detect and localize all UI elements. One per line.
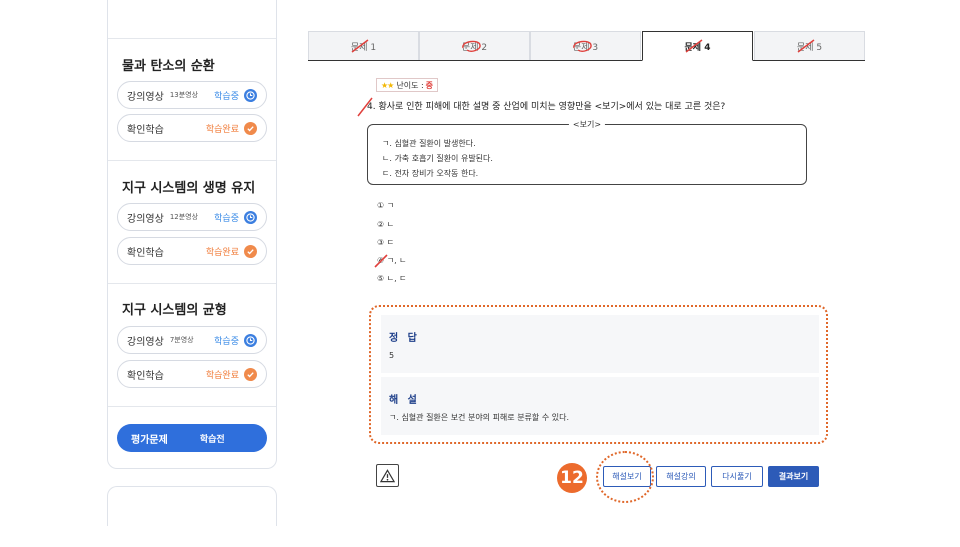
item-label: 강의영상 <box>127 91 164 103</box>
warning-icon <box>380 468 395 482</box>
answer-panel: 정 답 5 <box>381 315 819 373</box>
report-error-button[interactable] <box>376 464 399 487</box>
lecture-video-item[interactable]: 강의영상 7분영상 학습중 <box>117 326 267 354</box>
answer-heading: 정 답 <box>389 333 420 344</box>
selected-mark-icon <box>374 254 388 268</box>
tab-question-2[interactable]: 문제 2 <box>419 31 530 60</box>
check-icon <box>244 367 257 381</box>
section-divider <box>108 38 276 39</box>
video-duration: 12분영상 <box>169 213 199 221</box>
view-explanation-button[interactable]: 해설보기 <box>603 466 651 487</box>
check-icon <box>244 121 257 135</box>
tab-question-1[interactable]: 문제 1 <box>308 31 419 60</box>
section-title: 지구 시스템의 생명 유지 <box>122 181 256 196</box>
evaluation-item[interactable]: 평가문제 학습전 <box>117 424 267 452</box>
tab-question-4[interactable]: 문제 4 <box>642 31 753 61</box>
difficulty-badge: ★★ 난이도 : 중 <box>376 78 439 92</box>
retry-button[interactable]: 다시풀기 <box>711 466 763 487</box>
tab-label: 문제 2 <box>461 42 488 53</box>
status-text: 학습완료 <box>205 247 239 258</box>
answer-choice-3[interactable]: ③ ㄷ <box>377 237 394 248</box>
status-text: 학습중 <box>214 91 239 102</box>
question-tabs: 문제 1 문제 2 문제 3 문제 4 문제 5 <box>308 31 865 61</box>
answer-explanation-box: 정 답 5 해 설 ㄱ. 심혈관 질환은 보건 분야의 피해로 분류할 수 있다… <box>369 305 828 444</box>
lecture-video-item[interactable]: 강의영상 12분영상 학습중 <box>117 203 267 231</box>
status-text: 학습완료 <box>205 370 239 381</box>
bogi-item: ㄱ. 심혈관 질환이 발생한다. <box>382 139 476 148</box>
bogi-title: <보기> <box>568 119 606 130</box>
bogi-item: ㄴ. 가축 호흡기 질환이 유발된다. <box>382 154 493 163</box>
answer-choice-1[interactable]: ① ㄱ <box>377 200 394 211</box>
section-divider <box>108 160 276 161</box>
review-quiz-item[interactable]: 확인학습 학습완료 <box>117 114 267 142</box>
answer-choice-2[interactable]: ② ㄴ <box>377 219 394 230</box>
tab-label: 문제 5 <box>796 42 823 53</box>
clock-icon <box>244 88 257 102</box>
star-icon: ★★ <box>381 80 394 90</box>
section-title: 물과 탄소의 순환 <box>122 59 215 74</box>
tab-question-5[interactable]: 문제 5 <box>754 31 865 60</box>
explanation-panel: 해 설 ㄱ. 심혈관 질환은 보건 분야의 피해로 분류할 수 있다. <box>381 377 819 435</box>
tab-underline <box>308 60 865 61</box>
difficulty-label: 난이도 : <box>396 80 424 90</box>
difficulty-value: 중 <box>425 80 434 90</box>
item-label: 강의영상 <box>127 213 164 225</box>
item-label: 확인학습 <box>127 247 164 259</box>
sidebar-next-card <box>107 486 277 526</box>
clock-icon <box>244 210 257 224</box>
status-text: 학습중 <box>214 213 239 224</box>
explanation-text: ㄱ. 심혈관 질환은 보건 분야의 피해로 분류할 수 있다. <box>389 413 569 422</box>
clock-icon <box>244 333 257 347</box>
status-text: 학습중 <box>214 336 239 347</box>
bogi-item: ㄷ. 전자 장비가 오작동 한다. <box>382 169 479 178</box>
explanation-heading: 해 설 <box>389 395 420 406</box>
video-duration: 13분영상 <box>169 91 199 99</box>
view-results-button[interactable]: 결과보기 <box>768 466 819 487</box>
item-label: 확인학습 <box>127 124 164 136</box>
answer-choice-5[interactable]: ⑤ ㄴ, ㄷ <box>377 273 407 284</box>
bogi-box: <보기> ㄱ. 심혈관 질환이 발생한다. ㄴ. 가축 호흡기 질환이 유발된다… <box>367 119 807 185</box>
tab-label: 문제 4 <box>684 42 711 53</box>
answer-value: 5 <box>389 351 395 360</box>
check-icon <box>244 244 257 258</box>
status-text: 학습완료 <box>205 124 239 135</box>
video-duration: 7분영상 <box>169 336 194 344</box>
lecture-video-item[interactable]: 강의영상 13분영상 학습중 <box>117 81 267 109</box>
item-label: 확인학습 <box>127 370 164 382</box>
status-text: 학습전 <box>199 434 225 445</box>
section-divider <box>108 406 276 407</box>
review-quiz-item[interactable]: 확인학습 학습완료 <box>117 237 267 265</box>
review-quiz-item[interactable]: 확인학습 학습완료 <box>117 360 267 388</box>
tab-label: 문제 3 <box>572 42 599 53</box>
section-title: 지구 시스템의 균형 <box>122 303 227 318</box>
lesson-sidebar: 물과 탄소의 순환 강의영상 13분영상 학습중 확인학습 학습완료 지구 시스… <box>107 0 277 469</box>
step-number-badge: 12 <box>557 463 587 493</box>
section-divider <box>108 283 276 284</box>
item-label: 평가문제 <box>131 434 168 446</box>
question-text: 4. 황사로 인한 피해에 대한 설명 중 산업에 미치는 영향만을 <보기>에… <box>367 102 726 112</box>
explanation-lecture-button[interactable]: 해설강의 <box>656 466 706 487</box>
item-label: 강의영상 <box>127 336 164 348</box>
tab-question-3[interactable]: 문제 3 <box>530 31 641 60</box>
tab-label: 문제 1 <box>350 42 377 53</box>
